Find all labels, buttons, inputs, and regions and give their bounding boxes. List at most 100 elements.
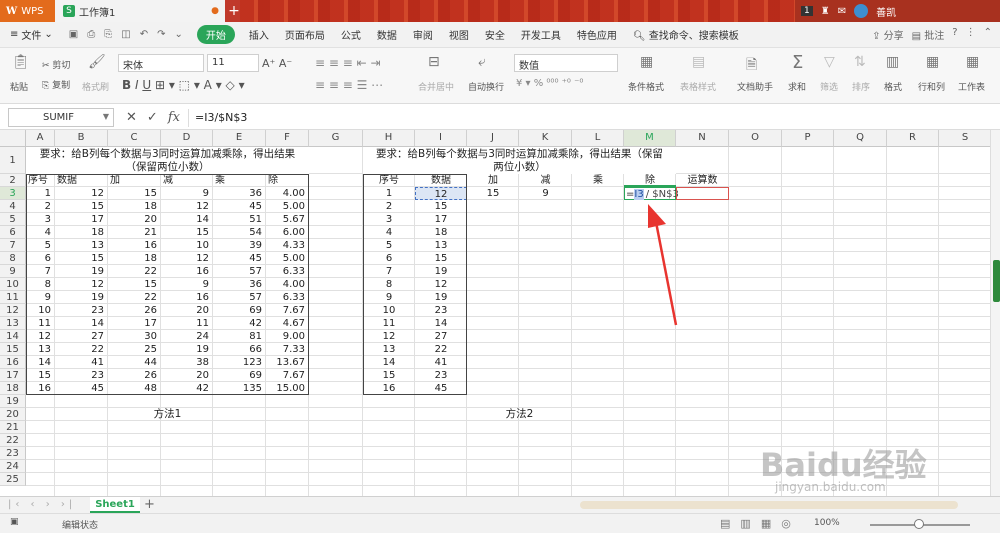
font-style-buttons[interactable]: B I U ⊞ ▾ ⬚ ▾ A ▾ ◇ ▾ (122, 78, 245, 92)
row-header-5[interactable]: 5 (0, 213, 26, 226)
vertical-scrollbar[interactable] (990, 130, 1000, 496)
collapse-ribbon-icon[interactable]: ⌃ (984, 27, 992, 42)
sheet-tab-sheet1[interactable]: Sheet1 (90, 497, 140, 513)
column-header-d[interactable]: D (161, 130, 213, 147)
cancel-icon[interactable]: ✕ (126, 110, 137, 125)
row-header-13[interactable]: 13 (0, 317, 26, 330)
format-painter-button[interactable]: 格式刷 (82, 80, 109, 93)
halign-buttons[interactable]: ≡ ≡ ≡ ☰ ⋯ (315, 78, 383, 92)
notification-count[interactable]: 1 (801, 6, 813, 16)
rowcol-button[interactable]: 行和列 (918, 80, 945, 93)
scroll-thumb[interactable] (993, 260, 1000, 302)
tab-insert[interactable]: 插入 (241, 27, 277, 42)
row-header-8[interactable]: 8 (0, 252, 26, 265)
rowcol-icon[interactable]: ▦ (926, 54, 939, 70)
column-header-q[interactable]: Q (834, 130, 887, 147)
row-header-11[interactable]: 11 (0, 291, 26, 304)
row-header-18[interactable]: 18 (0, 382, 26, 395)
format-icon[interactable]: ▥ (886, 54, 899, 70)
merge-button[interactable]: 合并居中 (418, 80, 454, 93)
row-header-21[interactable]: 21 (0, 421, 26, 434)
right-header-j[interactable]: 加 (467, 174, 519, 187)
mail-icon[interactable]: ✉ (838, 6, 846, 17)
file-menu[interactable]: ≡ 文件 ⌄ (0, 27, 61, 42)
conditional-format-icon[interactable]: ▦ (640, 54, 653, 70)
column-header-i[interactable]: I (415, 130, 467, 147)
copy-button[interactable]: ⎘ 复制 (42, 78, 70, 91)
wrap-button[interactable]: 自动换行 (468, 80, 504, 93)
row-header-15[interactable]: 15 (0, 343, 26, 356)
tab-developer[interactable]: 开发工具 (513, 27, 569, 42)
column-header-s[interactable]: S (939, 130, 992, 147)
save-icon[interactable]: ▣ (69, 29, 78, 40)
number-format-buttons[interactable]: ¥ ▾ % ⁰⁰⁰ ⁺⁰ ⁻⁰ (516, 78, 583, 89)
format-button[interactable]: 格式 (884, 80, 902, 93)
sheet-nav-arrows[interactable]: |‹ ‹ › ›| (8, 499, 76, 510)
name-box[interactable]: SUMIF ▼ (8, 108, 114, 127)
avatar[interactable] (854, 4, 869, 18)
column-header-f[interactable]: F (266, 130, 309, 147)
column-header-k[interactable]: K (519, 130, 572, 147)
confirm-icon[interactable]: ✓ (147, 110, 158, 125)
paste-icon[interactable]: 📋︎ (12, 54, 30, 70)
column-header-h[interactable]: H (363, 130, 415, 147)
zoom-level[interactable]: 100% (814, 518, 840, 528)
formula-input[interactable]: =I3/$N$3 (188, 109, 994, 127)
cell-j3[interactable]: 15 (467, 187, 519, 200)
table-style-button[interactable]: 表格样式 (680, 80, 716, 93)
page-break-view-icon[interactable]: ▦ (761, 517, 771, 530)
new-tab-button[interactable]: + (227, 3, 241, 19)
share-button[interactable]: ⇪ 分享 (872, 27, 904, 42)
normal-view-icon[interactable]: ▤ (720, 517, 730, 530)
row-header-17[interactable]: 17 (0, 369, 26, 382)
wps-home-tab[interactable]: W WPS (0, 0, 55, 22)
filter-icon[interactable]: ▽ (824, 54, 835, 70)
tab-data[interactable]: 数据 (369, 27, 405, 42)
row-header-14[interactable]: 14 (0, 330, 26, 343)
column-header-n[interactable]: N (676, 130, 729, 147)
column-header-r[interactable]: R (887, 130, 939, 147)
column-header-b[interactable]: B (55, 130, 108, 147)
column-header-j[interactable]: J (467, 130, 519, 147)
page-layout-view-icon[interactable]: ▥ (740, 517, 750, 530)
row-header-20[interactable]: 20 (0, 408, 26, 421)
row-header-25[interactable]: 25 (0, 473, 26, 486)
merge-icon[interactable]: ⊟ (428, 54, 440, 70)
column-header-c[interactable]: C (108, 130, 161, 147)
right-header-k[interactable]: 减 (519, 174, 572, 187)
more-icon[interactable]: ⌄ (174, 29, 182, 40)
sort-icon[interactable]: ⇅ (854, 54, 866, 70)
skin-icon[interactable]: ♜ (821, 6, 830, 17)
undo-icon[interactable]: ↶ (140, 29, 148, 40)
select-all-corner[interactable] (0, 130, 26, 147)
row-header-6[interactable]: 6 (0, 226, 26, 239)
cell-k3[interactable]: 9 (519, 187, 572, 200)
paste-button[interactable]: 粘贴 (10, 80, 28, 93)
help-button[interactable]: ? (952, 27, 957, 42)
font-grow-icon[interactable]: A⁺ A⁻ (262, 57, 292, 70)
table-style-icon[interactable]: ▤ (692, 54, 705, 70)
right-header-n[interactable]: 运算数 (676, 174, 729, 187)
row-header-16[interactable]: 16 (0, 356, 26, 369)
format-painter-icon[interactable]: 🖌︎ (88, 54, 106, 70)
cell-m3-formula[interactable]: =I3/ $N$3 (624, 187, 679, 200)
column-header-a[interactable]: A (26, 130, 55, 147)
sum-button[interactable]: 求和 (788, 80, 806, 93)
font-size-select[interactable]: 11 (207, 54, 259, 72)
sum-icon[interactable]: Σ (792, 52, 803, 73)
column-header-g[interactable]: G (309, 130, 363, 147)
horizontal-scrollbar[interactable] (580, 501, 958, 509)
tab-special[interactable]: 特色应用 (569, 27, 625, 42)
worksheet-button[interactable]: 工作表 (958, 80, 985, 93)
macro-icon[interactable]: ▣ (10, 517, 19, 527)
align-buttons[interactable]: ≡ ≡ ≡ ⇤ ⇥ (315, 56, 381, 70)
column-header-e[interactable]: E (213, 130, 266, 147)
tab-view[interactable]: 视图 (441, 27, 477, 42)
row-header-4[interactable]: 4 (0, 200, 26, 213)
column-header-p[interactable]: P (782, 130, 834, 147)
number-format-select[interactable]: 数值 (514, 54, 618, 72)
export-icon[interactable]: ⎙ (87, 29, 95, 40)
more-dots-icon[interactable]: ⋮ (966, 27, 976, 42)
tab-formulas[interactable]: 公式 (333, 27, 369, 42)
document-tab[interactable]: S 工作簿1 ● (55, 0, 225, 22)
